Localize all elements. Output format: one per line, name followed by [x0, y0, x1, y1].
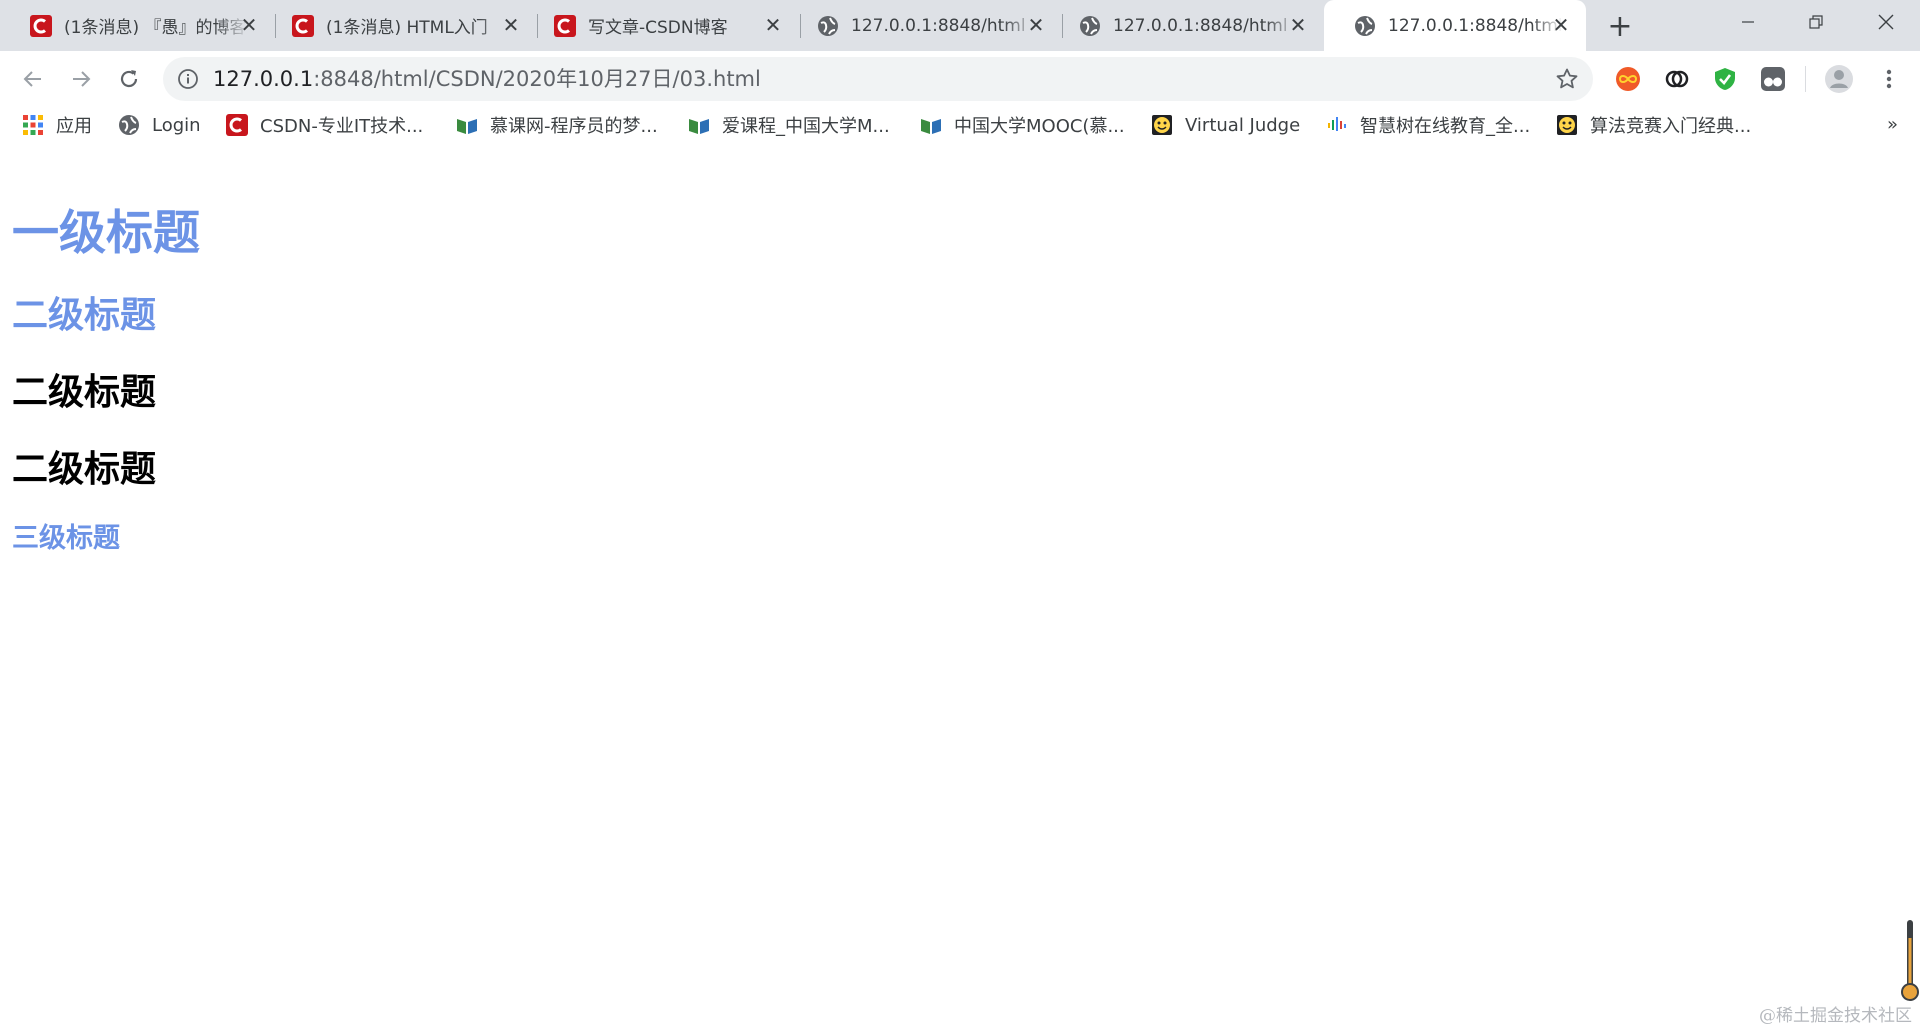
url-host: 127.0.0.1: [213, 67, 314, 91]
tab-title: (1条消息) 『愚』的博客: [64, 18, 247, 38]
globe-icon: [119, 115, 139, 135]
csdn-icon: [226, 114, 248, 136]
reload-button[interactable]: [112, 62, 146, 96]
bookmarks-bar: 应用 Login CSDN-专业IT技术... 慕课网-程序员的梦... 爱课程…: [0, 106, 1920, 146]
tab-localhost-1[interactable]: 127.0.0.1:8848/html ✕: [787, 0, 1061, 51]
tab-localhost-active[interactable]: 127.0.0.1:8848/html ✕: [1324, 0, 1586, 51]
link-extension-icon[interactable]: [1664, 66, 1690, 92]
close-icon[interactable]: ✕: [238, 13, 260, 37]
bookmarks-overflow-button[interactable]: »: [1887, 114, 1898, 135]
minimize-button[interactable]: [1718, 0, 1778, 44]
bookmark-star-icon[interactable]: [1555, 67, 1579, 91]
csdn-icon: [30, 14, 52, 37]
minimize-icon: [1742, 21, 1754, 23]
bookmark-label: 慕课网-程序员的梦...: [490, 116, 658, 137]
bookmark-label: CSDN-专业IT技术...: [260, 116, 424, 137]
tab-csdn-blog[interactable]: (1条消息) 『愚』的博客 ✕: [0, 0, 274, 51]
bookmark-label: 应用: [56, 116, 92, 137]
bookmark-algorithm[interactable]: 算法竞赛入门经典...: [1556, 110, 1751, 140]
shield-extension-icon[interactable]: [1712, 66, 1738, 92]
smiley-icon: [1557, 115, 1577, 135]
restore-icon: [1809, 15, 1823, 29]
tab-title: 127.0.0.1:8848/html: [851, 15, 1026, 36]
book-icon: [689, 119, 709, 134]
reload-icon: [120, 70, 138, 88]
browser-toolbar: 127.0.0.1:8848/html/CSDN/2020年10月27日/03.…: [0, 51, 1920, 106]
tab-title: 127.0.0.1:8848/html: [1113, 15, 1288, 36]
book-icon: [457, 119, 477, 134]
new-tab-button[interactable]: +: [1604, 9, 1636, 44]
bookmark-label: Login: [152, 114, 201, 136]
tab-title: 写文章-CSDN博客: [588, 18, 728, 38]
csdn-icon: [292, 14, 314, 37]
tab-title: (1条消息) HTML入门: [326, 18, 488, 38]
info-icon[interactable]: [177, 68, 199, 90]
bookmark-mooc[interactable]: 中国大学MOOC(慕...: [920, 110, 1125, 140]
bookmark-csdn[interactable]: CSDN-专业IT技术...: [226, 110, 423, 140]
heading-level-1: 一级标题: [12, 206, 200, 261]
apps-grid-icon: [23, 115, 43, 135]
forward-button[interactable]: [64, 62, 98, 96]
globe-icon: [818, 15, 838, 36]
close-window-icon: [1878, 14, 1894, 30]
tab-strip: (1条消息) 『愚』的博客 ✕ (1条消息) HTML入门 ✕ 写文章-CSDN…: [0, 0, 1920, 51]
bookmark-label: 爱课程_中国大学M...: [722, 116, 890, 137]
smiley-icon: [1152, 115, 1172, 135]
watermark: @稀土掘金技术社区: [1759, 1006, 1912, 1026]
book-icon: [921, 119, 941, 134]
thermometer-icon: [1901, 920, 1919, 1001]
heading-level-2-blue: 二级标题: [12, 295, 157, 336]
bookmark-zhihuishu[interactable]: 智慧树在线教育_全...: [1326, 110, 1530, 140]
heading-level-2-black: 二级标题: [12, 372, 157, 413]
bookmark-apps[interactable]: 应用: [22, 110, 92, 140]
infinity-extension-icon[interactable]: [1615, 66, 1641, 92]
bookmark-label: 算法竞赛入门经典...: [1590, 116, 1752, 137]
close-icon[interactable]: ✕: [1287, 13, 1309, 37]
bookmark-imooc[interactable]: 慕课网-程序员的梦...: [456, 110, 658, 140]
globe-icon: [1355, 15, 1375, 36]
url-path: :8848/html/CSDN/2020年10月27日/03.html: [313, 67, 761, 91]
menu-kebab-icon[interactable]: [1876, 66, 1902, 92]
tab-write-article[interactable]: 写文章-CSDN博客 ✕: [524, 0, 798, 51]
close-icon[interactable]: ✕: [762, 13, 784, 37]
waveform-icon: [1328, 117, 1346, 131]
globe-icon: [1080, 15, 1100, 36]
restore-button[interactable]: [1786, 0, 1846, 44]
address-bar[interactable]: 127.0.0.1:8848/html/CSDN/2020年10月27日/03.…: [163, 57, 1593, 101]
tab-title: 127.0.0.1:8848/html: [1388, 15, 1563, 36]
close-icon[interactable]: ✕: [500, 13, 522, 37]
close-icon[interactable]: ✕: [1025, 13, 1047, 37]
url-text[interactable]: 127.0.0.1:8848/html/CSDN/2020年10月27日/03.…: [213, 57, 761, 101]
heading-level-3: 三级标题: [12, 523, 120, 554]
bookmark-label: Virtual Judge: [1185, 114, 1301, 136]
bookmark-icourse[interactable]: 爱课程_中国大学M...: [688, 110, 890, 140]
bookmark-label: 智慧树在线教育_全...: [1360, 116, 1531, 137]
close-icon[interactable]: ✕: [1550, 13, 1572, 37]
toolbar-separator: [1805, 66, 1806, 92]
heading-level-2-black: 二级标题: [12, 449, 157, 490]
back-button[interactable]: [16, 62, 50, 96]
close-window-button[interactable]: [1856, 0, 1916, 44]
bookmark-virtual-judge[interactable]: Virtual Judge: [1151, 110, 1300, 140]
tab-localhost-2[interactable]: 127.0.0.1:8848/html ✕: [1049, 0, 1323, 51]
csdn-icon: [554, 14, 576, 37]
bookmark-login[interactable]: Login: [118, 110, 201, 140]
back-arrow-icon: [23, 71, 41, 87]
tampermonkey-extension-icon[interactable]: [1760, 66, 1786, 92]
forward-arrow-icon: [73, 71, 91, 87]
tab-html-intro[interactable]: (1条消息) HTML入门 ✕: [262, 0, 536, 51]
profile-avatar-icon[interactable]: [1824, 64, 1854, 94]
bookmark-label: 中国大学MOOC(慕...: [954, 116, 1125, 137]
